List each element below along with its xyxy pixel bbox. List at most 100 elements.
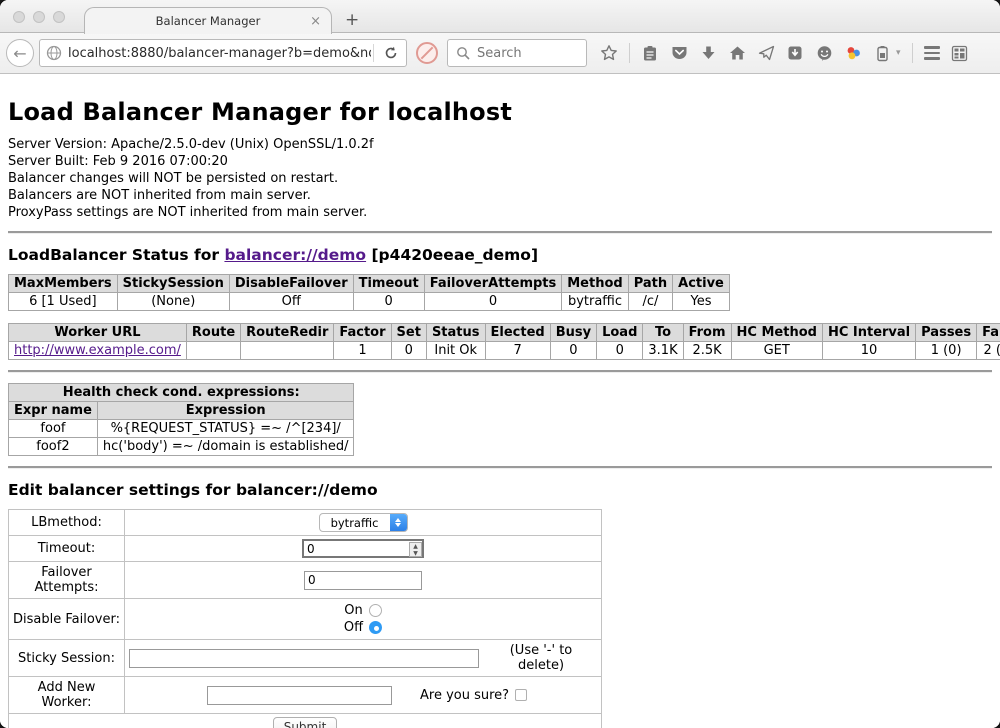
cell-expr-name: foof — [9, 420, 98, 438]
tab-title: Balancer Manager — [156, 14, 261, 28]
new-tab-button[interactable]: + — [345, 10, 359, 30]
form-row-failover-attempts: Failover Attempts: — [9, 562, 602, 599]
submit-button[interactable]: Submit — [273, 717, 338, 728]
window-zoom-button[interactable] — [53, 11, 65, 23]
window-close-button[interactable] — [13, 11, 25, 23]
timeout-input[interactable] — [302, 539, 424, 558]
url-bar[interactable]: localhost:8880/balancer-manager?b=demo&n… — [39, 39, 407, 67]
pocket-icon[interactable] — [670, 44, 688, 62]
col-set: Set — [391, 324, 426, 342]
home-icon[interactable] — [728, 44, 746, 62]
window-minimize-button[interactable] — [33, 11, 45, 23]
url-divider — [373, 44, 374, 62]
col-load: Load — [597, 324, 643, 342]
cell-to: 3.1K — [643, 342, 683, 360]
bookmark-star-icon[interactable] — [600, 44, 618, 62]
reading-list-icon[interactable] — [641, 44, 659, 62]
sticky-session-input[interactable] — [129, 649, 479, 668]
are-you-sure-checkbox[interactable] — [515, 689, 527, 701]
search-bar[interactable] — [447, 39, 587, 67]
col-worker-url: Worker URL — [9, 324, 187, 342]
col-from: From — [683, 324, 731, 342]
lbmethod-selected-value: bytraffic — [320, 516, 390, 530]
lbmethod-select[interactable]: bytraffic — [319, 513, 408, 532]
chevron-down-icon[interactable]: ▾ — [896, 48, 901, 58]
disable-failover-on-radio[interactable] — [369, 604, 382, 617]
balancer-status-table: MaxMembers StickySession DisableFailover… — [8, 274, 730, 311]
page-title: Load Balancer Manager for localhost — [8, 98, 992, 126]
disable-failover-off-radio[interactable] — [369, 621, 382, 634]
browser-window: Balancer Manager × + ← localhost:8880/ba… — [0, 0, 1000, 728]
back-button[interactable]: ← — [6, 39, 34, 67]
url-input[interactable]: localhost:8880/balancer-manager?b=demo&n… — [68, 46, 371, 61]
col-active: Active — [673, 275, 730, 293]
worker-url-link[interactable]: http://www.example.com/ — [14, 343, 181, 358]
cell-fails: 2 (0) — [977, 342, 1000, 360]
cell-status: Init Ok — [426, 342, 485, 360]
cell-hc-method: GET — [731, 342, 822, 360]
block-icon[interactable] — [416, 42, 438, 64]
cell-path: /c/ — [628, 293, 672, 311]
server-built: Server Built: Feb 9 2016 07:00:20 — [8, 153, 992, 170]
toolbar-icons: ▾ — [600, 43, 969, 63]
toolbar-divider-2 — [912, 43, 913, 63]
menu-icon[interactable] — [924, 46, 940, 60]
sticky-session-label: Sticky Session: — [9, 640, 125, 677]
status-suffix: [p4420eeae_demo] — [366, 246, 538, 264]
window-controls — [13, 11, 65, 23]
col-fails: Fails — [977, 324, 1000, 342]
failover-attempts-label: Failover Attempts: — [9, 562, 125, 599]
balancer-link[interactable]: balancer://demo — [224, 246, 366, 264]
tab-close-icon[interactable]: × — [310, 14, 321, 29]
table-title-row: Health check cond. expressions: — [9, 384, 354, 402]
table-row: 6 [1 Used] (None) Off 0 0 bytraffic /c/ … — [9, 293, 730, 311]
balancer-settings-form: LBmethod: bytraffic Timeout: ▲▼ — [8, 509, 602, 728]
panel-download-icon[interactable] — [786, 44, 804, 62]
toolbar-divider — [629, 43, 630, 63]
col-method: Method — [562, 275, 628, 293]
col-path: Path — [628, 275, 672, 293]
download-icon[interactable] — [699, 44, 717, 62]
disable-failover-label: Disable Failover: — [9, 599, 125, 640]
search-input[interactable] — [477, 46, 567, 61]
sticky-session-note: (Use '-' to delete) — [485, 643, 597, 673]
col-hc-method: HC Method — [731, 324, 822, 342]
form-row-sticky-session: Sticky Session: (Use '-' to delete) — [9, 640, 602, 677]
col-passes: Passes — [916, 324, 977, 342]
title-bar: Balancer Manager × + — [0, 0, 1000, 33]
colors-icon[interactable] — [844, 44, 862, 62]
cell-active: Yes — [673, 293, 730, 311]
edit-settings-heading: Edit balancer settings for balancer://de… — [8, 481, 992, 499]
col-elected: Elected — [485, 324, 550, 342]
cell-timeout: 0 — [353, 293, 424, 311]
cell-factor: 1 — [334, 342, 391, 360]
divider — [8, 231, 992, 234]
add-worker-input[interactable] — [207, 686, 392, 705]
add-worker-label: Add New Worker: — [9, 677, 125, 714]
col-factor: Factor — [334, 324, 391, 342]
col-failoverattempts: FailoverAttempts — [424, 275, 562, 293]
col-hc-interval: HC Interval — [822, 324, 915, 342]
cell-stickysession: (None) — [117, 293, 229, 311]
on-label: On — [344, 602, 362, 619]
cell-failoverattempts: 0 — [424, 293, 562, 311]
forum-icon[interactable] — [815, 44, 833, 62]
form-row-lbmethod: LBmethod: bytraffic — [9, 510, 602, 536]
table-row: foof %{REQUEST_STATUS} =~ /^[234]/ — [9, 420, 354, 438]
col-expression: Expression — [97, 402, 354, 420]
tab-groups-icon[interactable] — [951, 44, 969, 62]
health-check-table: Health check cond. expressions: Expr nam… — [8, 383, 354, 456]
failover-attempts-input[interactable] — [304, 571, 422, 590]
server-version: Server Version: Apache/2.5.0-dev (Unix) … — [8, 136, 992, 153]
col-stickysession: StickySession — [117, 275, 229, 293]
reload-button[interactable] — [376, 46, 406, 60]
send-icon[interactable] — [757, 44, 775, 62]
select-stepper-icon — [390, 513, 407, 532]
browser-tab[interactable]: Balancer Manager × — [84, 7, 332, 34]
note-proxypass: ProxyPass settings are NOT inherited fro… — [8, 204, 992, 221]
search-icon — [454, 44, 472, 62]
balancer-status-heading: LoadBalancer Status for balancer://demo … — [8, 246, 992, 264]
divider — [8, 466, 992, 469]
battery-icon[interactable] — [873, 44, 891, 62]
number-spinner-icon[interactable]: ▲▼ — [409, 542, 422, 557]
